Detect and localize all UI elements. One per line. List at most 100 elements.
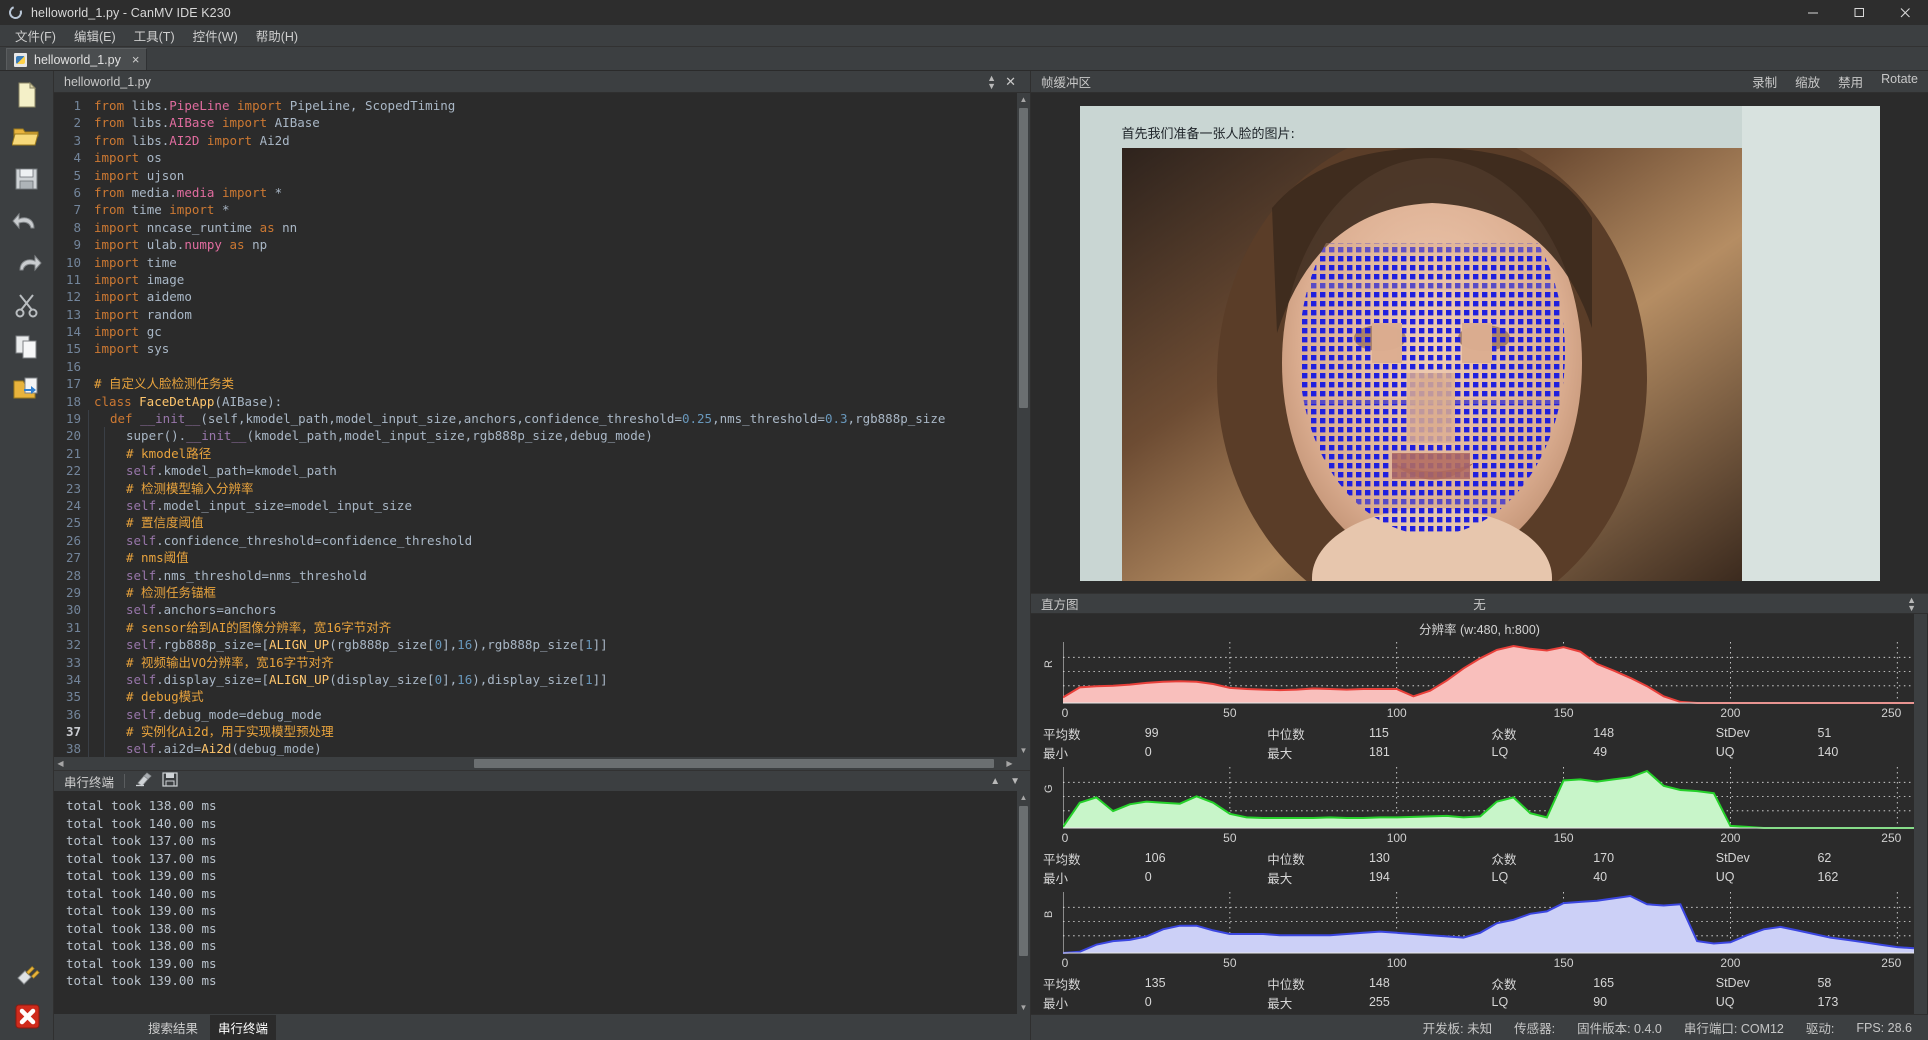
- undo-icon[interactable]: [11, 207, 42, 235]
- editor-wrap: 1 from libs.PipeLine import PipeLine, Sco…: [54, 93, 1030, 757]
- terminal-line: total took 138.00 ms: [66, 938, 217, 953]
- indent-guide: [88, 549, 104, 567]
- zoom-button[interactable]: 缩放: [1795, 72, 1820, 91]
- terminal-line: total took 138.00 ms: [66, 798, 217, 813]
- code-text: # debug模式: [126, 689, 204, 705]
- code-text: # 自定义人脸检测任务类: [94, 376, 235, 392]
- code-area[interactable]: 1 from libs.PipeLine import PipeLine, Sco…: [54, 93, 1017, 757]
- stat-key: StDev: [1715, 976, 1750, 990]
- paste-icon[interactable]: [12, 375, 42, 403]
- tab-serial-terminal[interactable]: 串行终端: [210, 1014, 277, 1040]
- stop-icon[interactable]: [12, 1002, 42, 1030]
- indent-guide: [104, 531, 120, 550]
- menu-file[interactable]: 文件(F): [6, 24, 65, 47]
- minimize-icon[interactable]: [1790, 0, 1836, 25]
- channel-axis-label: B: [1043, 910, 1055, 918]
- disable-button[interactable]: 禁用: [1838, 72, 1863, 91]
- stat-row: 最小 0 最大 181 LQ 49 UQ 140: [1031, 743, 1928, 761]
- terminal-line: total took 139.00 ms: [66, 903, 217, 918]
- clear-terminal-icon[interactable]: [135, 772, 152, 790]
- editor-vscroll-thumb[interactable]: [1019, 108, 1028, 408]
- terminal-output[interactable]: total took 138.00 ms total took 140.00 ms…: [54, 791, 1017, 1014]
- framebuffer-image: 首先我们准备一张人脸的图片:: [1079, 105, 1880, 581]
- x-axis-tick: 100: [1386, 831, 1407, 845]
- terminal-line: total took 139.00 ms: [66, 868, 217, 883]
- menu-help[interactable]: 帮助(H): [247, 24, 307, 47]
- cut-icon[interactable]: [12, 291, 42, 319]
- copy-icon[interactable]: [12, 333, 42, 361]
- connect-plug-icon[interactable]: [12, 960, 42, 988]
- close-icon[interactable]: [1882, 0, 1928, 25]
- terminal-vscroll-thumb[interactable]: [1019, 806, 1028, 956]
- python-file-icon: [14, 52, 27, 67]
- menu-tools[interactable]: 工具(T): [125, 24, 184, 47]
- indent-guide: [104, 566, 120, 584]
- code-line: 9 import ulab.numpy as np: [54, 236, 1017, 254]
- histogram-plot: [1062, 640, 1914, 706]
- close-tab-icon[interactable]: ×: [132, 52, 140, 67]
- code-text: self.debug_mode=debug_mode: [126, 706, 322, 722]
- status-firmware-value: 0.4.0: [1634, 1022, 1662, 1036]
- framebuffer-view[interactable]: 首先我们准备一张人脸的图片:: [1031, 93, 1928, 593]
- editor-hscroll-thumb[interactable]: [474, 759, 994, 768]
- code-line: 1 from libs.PipeLine import PipeLine, Sco…: [54, 97, 1017, 115]
- status-port: 串行端口: COM12: [1684, 1018, 1784, 1037]
- channel-axis-label: R: [1043, 660, 1055, 668]
- menu-edit[interactable]: 编辑(E): [65, 24, 125, 47]
- line-number: 30: [54, 601, 88, 619]
- code-text: import gc: [94, 324, 162, 340]
- indent-guide: [88, 566, 104, 584]
- stat-key: UQ: [1715, 995, 1735, 1009]
- chevron-down-icon[interactable]: ▼: [1010, 776, 1020, 787]
- terminal-scroll-up-icon[interactable]: ▲: [1017, 791, 1030, 804]
- save-icon[interactable]: [12, 165, 42, 193]
- indent-guide: [88, 670, 104, 689]
- line-number: 33: [54, 653, 88, 671]
- line-number: 13: [54, 305, 88, 324]
- code-text: import random: [94, 306, 192, 322]
- indent-guide: [104, 583, 120, 602]
- slide-caption: 首先我们准备一张人脸的图片:: [1121, 126, 1295, 142]
- histogram-scrollbar[interactable]: [1914, 614, 1927, 1014]
- file-tab-helloworld[interactable]: helloworld_1.py ×: [6, 48, 148, 70]
- chevron-up-icon[interactable]: ▲: [990, 776, 1000, 787]
- redo-icon[interactable]: [12, 249, 42, 277]
- rotate-button[interactable]: Rotate: [1881, 72, 1918, 91]
- save-terminal-icon[interactable]: [162, 772, 178, 790]
- menu-widgets[interactable]: 控件(W): [184, 24, 247, 47]
- terminal-line: total took 140.00 ms: [66, 885, 217, 901]
- scroll-right-icon[interactable]: ▶: [1003, 757, 1016, 770]
- histogram-plot: [1062, 765, 1914, 831]
- record-button[interactable]: 录制: [1752, 72, 1777, 91]
- scroll-down-icon[interactable]: ▼: [1017, 744, 1030, 757]
- editor-vertical-scrollbar[interactable]: ▲ ▼: [1017, 93, 1030, 757]
- histogram-x-axis: 0 50 100 150 200 250: [1061, 956, 1914, 973]
- editor-split-spinner-icon[interactable]: ▲ ▼: [987, 74, 996, 91]
- x-axis-tick: 200: [1720, 706, 1741, 720]
- new-file-icon[interactable]: [12, 81, 42, 109]
- open-folder-icon[interactable]: [10, 123, 42, 151]
- stat-value: 194: [1368, 870, 1390, 884]
- scroll-left-icon[interactable]: ◀: [54, 757, 67, 770]
- histogram-mode-spinner-icon[interactable]: ▲ ▼: [1907, 595, 1916, 612]
- line-number: 6: [54, 183, 88, 202]
- x-axis-tick: 150: [1553, 831, 1574, 845]
- terminal-vertical-scrollbar[interactable]: ▲ ▼: [1017, 791, 1030, 1014]
- scroll-up-icon[interactable]: ▲: [1017, 93, 1030, 106]
- code-text: import ulab.numpy as np: [94, 237, 268, 253]
- editor-close-icon[interactable]: ✕: [1005, 74, 1016, 90]
- code-text: from media.media import *: [94, 184, 283, 200]
- line-number: 5: [54, 166, 88, 184]
- maximize-icon[interactable]: [1836, 0, 1882, 25]
- tab-search-results[interactable]: 搜索结果: [140, 1015, 206, 1040]
- editor-filename: helloworld_1.py: [64, 74, 151, 89]
- code-line: 36 self.debug_mode=debug_mode: [54, 705, 1017, 724]
- histogram-mode[interactable]: 无: [1031, 594, 1928, 613]
- editor-horizontal-scrollbar[interactable]: ◀ ▶: [54, 757, 1030, 770]
- x-axis-tick: 150: [1553, 956, 1574, 970]
- terminal-scroll-down-icon[interactable]: ▼: [1017, 1001, 1030, 1014]
- histogram-stats: 平均数 106 中位数 130 众数 170 StDev 62 最小 0 最大 194 LQ 40 UQ 16…: [1031, 848, 1928, 890]
- indent-guide: [104, 462, 120, 480]
- x-axis-tick: 0: [1061, 956, 1069, 970]
